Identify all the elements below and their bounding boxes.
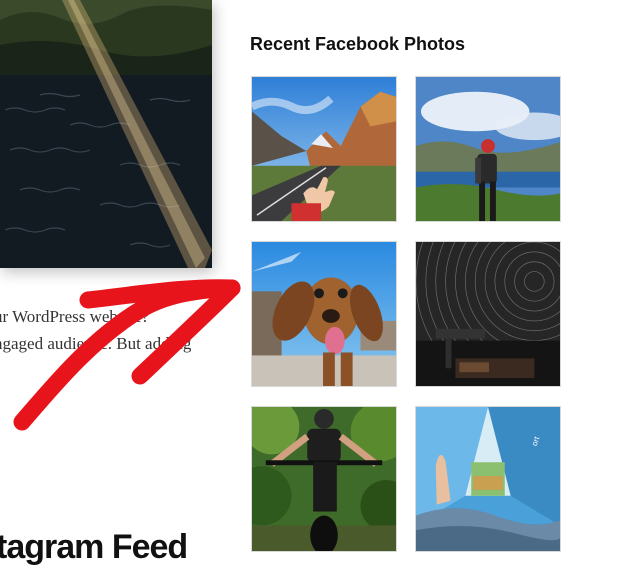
- photo-star-trails[interactable]: [415, 241, 561, 387]
- article-text-line: ngaged audience. But adding: [0, 334, 192, 353]
- page: ur WordPress website? ngaged audience. B…: [0, 0, 620, 566]
- widget-title: Recent Facebook Photos: [250, 34, 466, 54]
- mountain-road-image: [252, 77, 396, 221]
- photo-dog-tongue[interactable]: [251, 241, 397, 387]
- star-trails-image: [416, 242, 560, 386]
- article-image: [0, 0, 212, 268]
- mountain-biker-image: [252, 407, 396, 551]
- section-heading: tagram Feed: [0, 528, 188, 566]
- dog-tongue-image: [252, 242, 396, 386]
- photo-hiker-lake[interactable]: [415, 76, 561, 222]
- article-excerpt: ur WordPress website? ngaged audience. B…: [0, 303, 234, 357]
- photo-mountain-road[interactable]: [251, 76, 397, 222]
- tent-interior-image: ort: [416, 407, 560, 551]
- photo-mountain-biker[interactable]: [251, 406, 397, 552]
- hiker-lake-image: [416, 77, 560, 221]
- article-text-line: ur WordPress website?: [0, 307, 150, 326]
- photo-tent-interior[interactable]: ort: [415, 406, 561, 552]
